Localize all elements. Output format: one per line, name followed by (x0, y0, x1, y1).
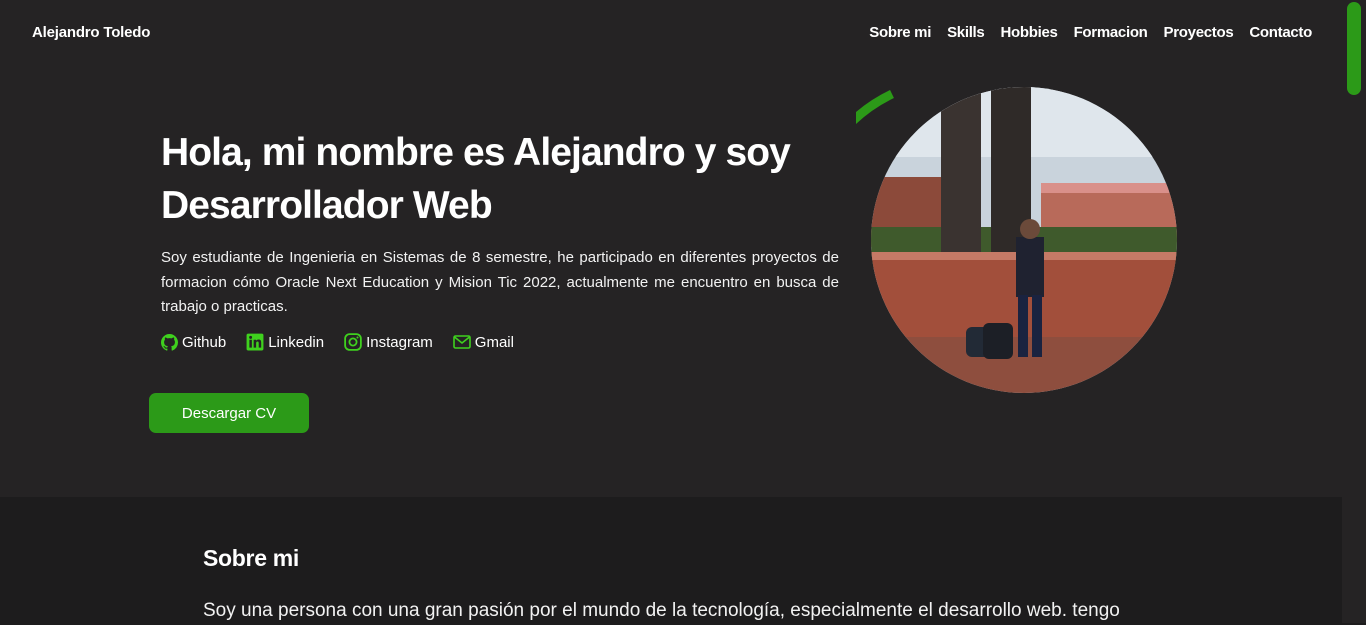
nav-item-hobbies[interactable]: Hobbies (1000, 24, 1057, 41)
github-icon (161, 333, 178, 351)
hero-section: Alejandro Toledo Sobre mi Skills Hobbies… (0, 0, 1342, 497)
about-section-title: Sobre mi (203, 545, 300, 571)
nav-item-contacto[interactable]: Contacto (1249, 24, 1312, 41)
scrollbar-thumb[interactable] (1347, 2, 1361, 95)
github-link[interactable]: Github (161, 333, 227, 351)
nav-item-proyectos[interactable]: Proyectos (1164, 24, 1234, 41)
nav-item-sobre-mi[interactable]: Sobre mi (869, 24, 931, 41)
profile-photo-frame (856, 87, 1177, 393)
nav-item-formacion[interactable]: Formacion (1074, 24, 1148, 41)
profile-photo (871, 87, 1177, 393)
github-label: Github (182, 333, 227, 351)
instagram-label: Instagram (366, 333, 433, 351)
instagram-link[interactable]: Instagram (344, 333, 433, 351)
brand-name[interactable]: Alejandro Toledo (32, 24, 150, 41)
linkedin-label: Linkedin (268, 333, 325, 351)
about-section-text: Soy una persona con una gran pasión por … (203, 600, 1120, 621)
linkedin-icon (246, 333, 264, 351)
linkedin-link[interactable]: Linkedin (246, 333, 324, 351)
mail-icon (452, 335, 471, 349)
hero-headline: Hola, mi nombre es Alejandro y soy Desar… (161, 131, 791, 227)
nav-item-skills[interactable]: Skills (947, 24, 985, 41)
download-cv-button[interactable]: Descargar CV (149, 393, 309, 433)
gmail-link[interactable]: Gmail (452, 333, 514, 351)
gmail-label: Gmail (474, 333, 514, 351)
hero-intro: Soy estudiante de Ingenieria en Sistemas… (161, 249, 839, 315)
instagram-icon (344, 333, 362, 351)
page-scrollbar[interactable] (1342, 0, 1366, 623)
social-links: Github Linkedin Instagram Gmail (161, 333, 514, 351)
top-nav: Sobre mi Skills Hobbies Formacion Proyec… (869, 24, 1312, 41)
